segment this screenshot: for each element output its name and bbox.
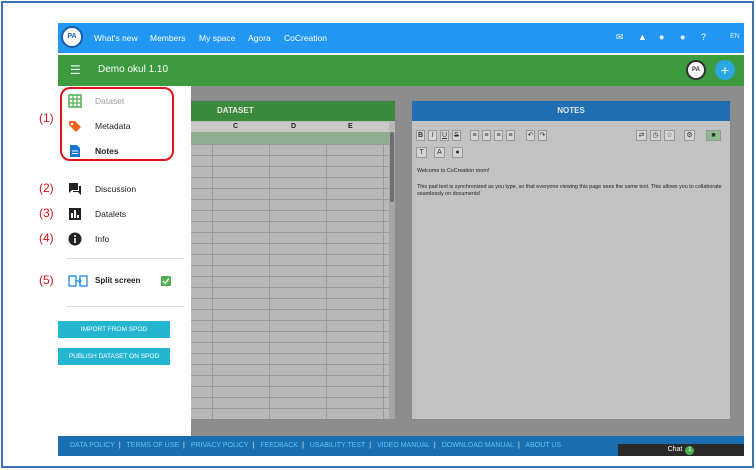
screenshot-frame: PA What's new Members My space Agora CoC… (1, 1, 754, 468)
numbered-list-icon[interactable]: ≡ (482, 130, 491, 141)
annotation-label: (4) (39, 231, 54, 245)
checkbox-checked-icon[interactable] (161, 276, 171, 286)
notes-text-line[interactable]: Welcome to CoCreation room! (417, 168, 726, 175)
sidebar-divider (66, 258, 183, 259)
undo-icon[interactable]: ↶ (526, 130, 535, 141)
column-header[interactable]: C (233, 122, 238, 132)
notes-panel-title: NOTES (412, 101, 730, 121)
sync-icon[interactable]: ⇄ (636, 130, 647, 141)
redo-icon[interactable]: ↷ (538, 130, 547, 141)
settings-icon[interactable]: ⚙ (684, 130, 695, 141)
footer-link-data-policy[interactable]: DATA POLICY (70, 442, 115, 449)
person-icon[interactable]: ● (680, 31, 685, 43)
footer-link-feedback[interactable]: FEEDBACK (260, 442, 298, 449)
sidebar-item-label: Discussion (95, 184, 137, 194)
bell-icon[interactable]: ▲ (638, 31, 647, 43)
publish-dataset-button[interactable]: PUBLISH DATASET ON SPOD (58, 348, 170, 365)
annotation-label: (1) (39, 111, 54, 125)
underline-button[interactable]: U (440, 130, 449, 141)
sidebar-divider (66, 306, 183, 307)
chat-button[interactable]: Chat 1 (618, 444, 744, 456)
footer-link-privacy-policy[interactable]: PRIVACY POLICY (191, 442, 249, 449)
split-screen-icon (68, 275, 88, 287)
sidebar-item-label: Split screen (95, 276, 141, 285)
sidebar-item-label: Datalets (95, 209, 127, 219)
nav-members[interactable]: Members (150, 23, 185, 53)
help-icon[interactable]: ? (701, 31, 706, 43)
logo[interactable]: PA (61, 26, 83, 48)
notes-panel: NOTES B I U S ≡ ≡ ≡ ≡ ↶ ↷ ⇄ ◷ ☆ ⚙ ■ T A … (411, 100, 731, 420)
indent-icon[interactable]: ≡ (494, 130, 503, 141)
users-icon[interactable]: ■ (706, 130, 721, 141)
nav-my-space[interactable]: My space (199, 23, 235, 53)
footer-link-usability-test[interactable]: USABILITY TEST (310, 442, 365, 449)
nav-whats-new[interactable]: What's new (94, 23, 138, 53)
import-from-spod-button[interactable]: IMPORT FROM SPOD (58, 321, 170, 338)
footer: DATA POLICY | TERMS OF USE | PRIVACY POLIC… (58, 436, 744, 456)
bullet-list-icon[interactable]: ≡ (470, 130, 479, 141)
footer-link-video-manual[interactable]: VIDEO MANUAL (377, 442, 430, 449)
person-icon[interactable]: ● (659, 31, 664, 43)
star-icon[interactable]: ☆ (664, 130, 675, 141)
comment-icon[interactable]: ● (452, 147, 463, 158)
avatar[interactable]: PA (686, 60, 706, 80)
room-title: Demo okul 1.10 (98, 64, 169, 75)
nav-agora[interactable]: Agora (248, 23, 271, 53)
info-icon (68, 232, 82, 246)
outdent-icon[interactable]: ≡ (506, 130, 515, 141)
bold-button[interactable]: B (416, 130, 425, 141)
room-header: ☰ Demo okul 1.10 PA + (58, 55, 744, 86)
column-header[interactable]: D (291, 122, 296, 132)
text-size-button[interactable]: T (416, 147, 427, 158)
language-selector[interactable]: EN (730, 31, 740, 43)
footer-link-terms-of-use[interactable]: TERMS OF USE (127, 442, 180, 449)
hamburger-menu-icon[interactable]: ☰ (70, 63, 81, 77)
italic-button[interactable]: I (428, 130, 437, 141)
column-header[interactable]: E (348, 122, 353, 132)
text-color-button[interactable]: A (434, 147, 445, 158)
add-button[interactable]: + (715, 60, 735, 80)
history-icon[interactable]: ◷ (650, 130, 661, 141)
scrollbar[interactable] (389, 132, 395, 419)
chat-count-badge: 1 (685, 446, 695, 455)
highlight-box (60, 87, 174, 161)
chat-icon (69, 183, 81, 195)
scrollbar-thumb[interactable] (390, 132, 394, 202)
sidebar-item-split-screen[interactable]: Split screen (68, 274, 183, 288)
top-navbar: PA What's new Members My space Agora CoC… (58, 23, 744, 53)
chat-label: Chat (667, 446, 683, 453)
annotation-label: (3) (39, 206, 54, 220)
annotation-label: (5) (39, 273, 54, 287)
annotation-label: (2) (39, 181, 54, 195)
bar-chart-icon (69, 208, 81, 220)
footer-link-about-us[interactable]: ABOUT US (525, 442, 561, 449)
notes-text-line[interactable]: This pad text is synchronized as you typ… (417, 184, 726, 198)
strikethrough-button[interactable]: S (452, 130, 461, 141)
footer-link-download-manual[interactable]: DOWNLOAD MANUAL (442, 442, 514, 449)
nav-cocreation[interactable]: CoCreation (284, 23, 327, 53)
sidebar-item-label: Info (95, 234, 110, 244)
mail-icon[interactable]: ✉ (616, 31, 624, 43)
